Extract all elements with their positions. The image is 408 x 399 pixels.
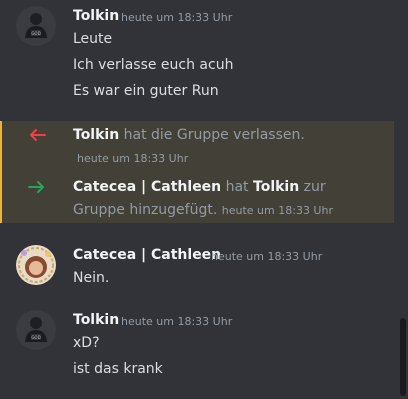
message-text: Es war ein guter Run — [73, 83, 219, 99]
system-event-add: Catecea | Cathleen hat Tolkin zur — [73, 179, 326, 195]
arrow-right-icon — [27, 179, 47, 195]
message-text: Ich verlasse euch acuh — [73, 57, 234, 73]
arrow-left-icon — [27, 127, 47, 143]
avatar-tolkin[interactable]: GOD — [16, 310, 56, 350]
message-text: xD? — [73, 335, 100, 351]
avatar-tolkin[interactable]: GOD — [16, 6, 56, 46]
system-event-add-line2: Gruppe hinzugefügt. heute um 18:33 Uhr — [73, 202, 333, 218]
event-timestamp: heute um 18:33 Uhr — [221, 204, 333, 217]
svg-text:GOD: GOD — [31, 335, 40, 340]
author-name[interactable]: Tolkin — [73, 312, 119, 328]
event-text: hat die Gruppe verlassen. — [123, 127, 305, 143]
message-text: Nein. — [73, 270, 110, 286]
event-text: Gruppe hinzugefügt. — [73, 202, 218, 218]
message-timestamp: heute um 18:33 Uhr — [121, 315, 233, 328]
message-text: Leute — [73, 31, 113, 47]
author-name[interactable]: Tolkin — [73, 8, 119, 24]
system-event-leave: Tolkin hat die Gruppe verlassen. — [73, 127, 305, 143]
avatar-catecea[interactable] — [16, 245, 56, 285]
event-timestamp: heute um 18:33 Uhr — [77, 152, 189, 165]
message-text: ist das krank — [73, 361, 163, 377]
event-text: hat — [225, 179, 249, 195]
scrollbar-thumb[interactable] — [400, 318, 406, 396]
svg-text:GOD: GOD — [31, 31, 40, 36]
event-actor[interactable]: Tolkin — [73, 127, 119, 143]
author-name[interactable]: Catecea | Cathleen — [73, 247, 221, 263]
message-timestamp: heute um 18:33 Uhr — [121, 11, 233, 24]
event-text: zur — [303, 179, 326, 195]
event-target[interactable]: Tolkin — [253, 179, 299, 195]
avatar-image: GOD — [16, 6, 56, 46]
avatar-image: GOD — [16, 310, 56, 350]
message-timestamp: heute um 18:33 Uhr — [211, 250, 323, 263]
avatar-image — [16, 245, 56, 285]
event-actor[interactable]: Catecea | Cathleen — [73, 179, 221, 195]
